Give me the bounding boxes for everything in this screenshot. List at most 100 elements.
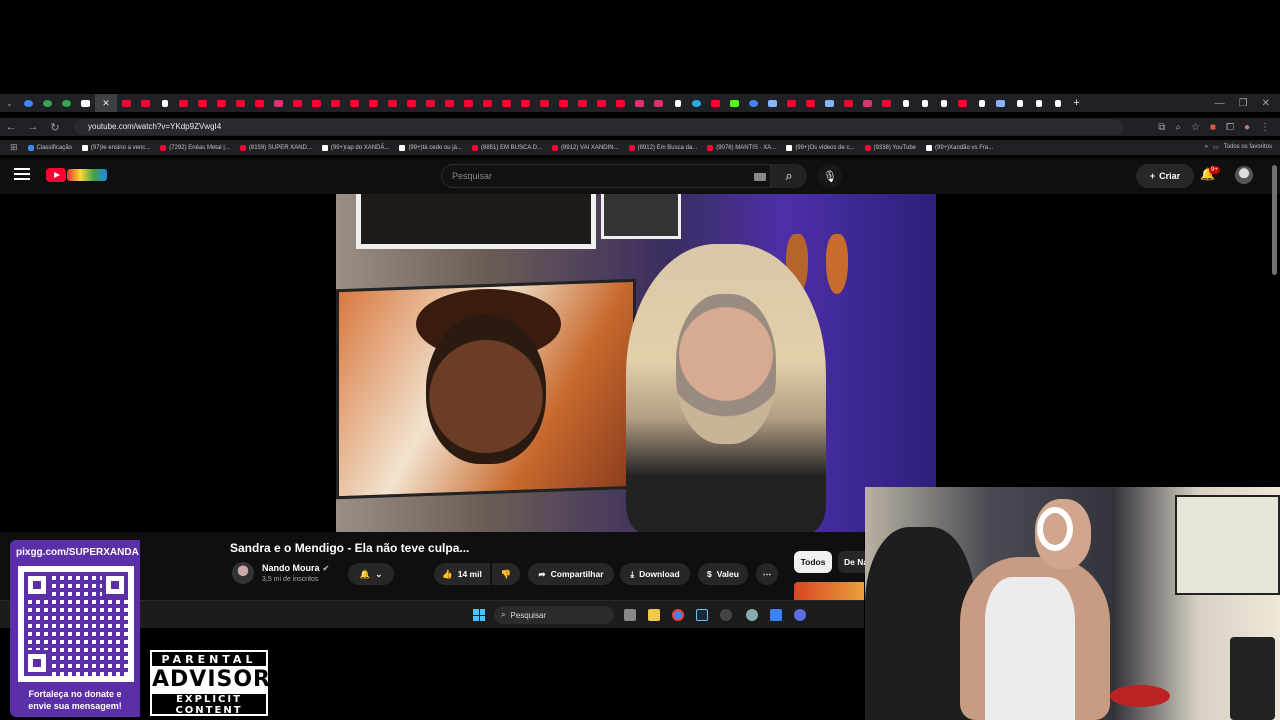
- app-icon[interactable]: [770, 609, 782, 621]
- bookmark-item[interactable]: (99+)Os vídeos de c...: [786, 144, 855, 151]
- tab[interactable]: [744, 94, 763, 112]
- tab[interactable]: [915, 94, 934, 112]
- tab[interactable]: [345, 94, 364, 112]
- bookmark-item[interactable]: (7292) Enéas Metal |...: [160, 144, 230, 151]
- tab[interactable]: [57, 94, 76, 112]
- bookmark-item[interactable]: (97)Ie ensino a venc...: [81, 144, 150, 151]
- forward-arrow-icon[interactable]: →: [22, 121, 44, 133]
- bookmark-item[interactable]: (8159) SUPER XAND...: [239, 144, 312, 151]
- tab[interactable]: [1048, 94, 1067, 112]
- new-tab-plus-icon[interactable]: +: [1067, 94, 1086, 112]
- minimize-icon[interactable]: —: [1215, 98, 1225, 109]
- tab[interactable]: [592, 94, 611, 112]
- tab[interactable]: [497, 94, 516, 112]
- bookmark-item[interactable]: (8912) VAI XANDIN...: [552, 144, 619, 151]
- create-button[interactable]: + Criar: [1136, 164, 1194, 188]
- tab[interactable]: [1029, 94, 1048, 112]
- all-bookmarks-button[interactable]: » ▭ Todos os favoritos: [1205, 144, 1280, 151]
- thanks-button[interactable]: $ Valeu: [698, 563, 748, 585]
- tab[interactable]: [269, 94, 288, 112]
- tab[interactable]: [364, 94, 383, 112]
- tab[interactable]: [155, 94, 174, 112]
- recommended-thumbnail[interactable]: [794, 582, 864, 600]
- tab[interactable]: [630, 94, 649, 112]
- app-icon[interactable]: [720, 609, 732, 621]
- tab-search-icon[interactable]: ⌄: [0, 94, 19, 112]
- tab[interactable]: [459, 94, 478, 112]
- tab[interactable]: [307, 94, 326, 112]
- bookmark-item[interactable]: (8851) EM BUSCA D...: [471, 144, 542, 151]
- bookmark-item[interactable]: (99+)tá cedo ou já...: [399, 144, 462, 151]
- tab[interactable]: [763, 94, 782, 112]
- more-menu-icon[interactable]: ⋮: [1260, 122, 1270, 133]
- keyboard-icon[interactable]: [754, 173, 766, 181]
- tab[interactable]: [820, 94, 839, 112]
- windows-start-icon[interactable]: [473, 609, 485, 621]
- tab[interactable]: [421, 94, 440, 112]
- tab[interactable]: [117, 94, 136, 112]
- subscription-bell-button[interactable]: 🔔 ⌄: [348, 563, 394, 585]
- tab[interactable]: [801, 94, 820, 112]
- tab[interactable]: [535, 94, 554, 112]
- tab[interactable]: [288, 94, 307, 112]
- tab[interactable]: [76, 94, 95, 112]
- close-window-icon[interactable]: ✕: [1262, 98, 1270, 109]
- url-input[interactable]: youtube.com/watch?v=YKdp9ZVwgI4: [74, 119, 1124, 135]
- bookmark-item[interactable]: (99+)rap do XANDÃ...: [321, 144, 389, 151]
- tab[interactable]: [174, 94, 193, 112]
- profile-icon[interactable]: ●: [1244, 122, 1250, 133]
- voice-search-mic-icon[interactable]: 🎙: [818, 164, 842, 188]
- bookmark-item[interactable]: (8912) Em Busca da...: [628, 144, 697, 151]
- cast-icon[interactable]: ⧉: [1158, 122, 1165, 133]
- extension-icon[interactable]: ■: [1210, 122, 1216, 133]
- tab[interactable]: [516, 94, 535, 112]
- tab[interactable]: [19, 94, 38, 112]
- tab[interactable]: [649, 94, 668, 112]
- tab[interactable]: [231, 94, 250, 112]
- tab[interactable]: [193, 94, 212, 112]
- bookmark-item[interactable]: (9078) MANTIS · XA...: [707, 144, 776, 151]
- file-explorer-icon[interactable]: [648, 609, 660, 621]
- channel-name[interactable]: Nando Moura ✔: [262, 563, 329, 573]
- tab[interactable]: [1010, 94, 1029, 112]
- tab[interactable]: [402, 94, 421, 112]
- tab[interactable]: [383, 94, 402, 112]
- share-button[interactable]: ➦ Compartilhar: [528, 563, 614, 585]
- tab[interactable]: [725, 94, 744, 112]
- task-view-icon[interactable]: [624, 609, 636, 621]
- tab[interactable]: [611, 94, 630, 112]
- tab[interactable]: [934, 94, 953, 112]
- tab[interactable]: [953, 94, 972, 112]
- bookmark-item[interactable]: Classificação: [27, 144, 72, 151]
- zoom-icon[interactable]: ⌕: [1175, 122, 1181, 133]
- reload-icon[interactable]: ↻: [44, 121, 66, 134]
- tab[interactable]: [573, 94, 592, 112]
- back-arrow-icon[interactable]: ←: [0, 121, 22, 133]
- tab[interactable]: [782, 94, 801, 112]
- tab[interactable]: [858, 94, 877, 112]
- tab[interactable]: [991, 94, 1010, 112]
- apps-grid-icon[interactable]: ⊞: [10, 142, 18, 153]
- more-actions-button[interactable]: ⋯: [756, 563, 778, 585]
- tab[interactable]: [326, 94, 345, 112]
- chip-all[interactable]: Todos: [794, 551, 832, 573]
- bookmark-item[interactable]: (9338) YouTube: [864, 144, 916, 151]
- settings-gear-icon[interactable]: [746, 609, 758, 621]
- tab[interactable]: [668, 94, 687, 112]
- tab[interactable]: [896, 94, 915, 112]
- video-player[interactable]: [336, 194, 936, 532]
- tab[interactable]: [706, 94, 725, 112]
- page-scrollbar[interactable]: [1272, 165, 1277, 275]
- youtube-logo[interactable]: [46, 168, 66, 182]
- tab[interactable]: [478, 94, 497, 112]
- tab[interactable]: [554, 94, 573, 112]
- channel-avatar[interactable]: [232, 562, 254, 584]
- taskbar-search-input[interactable]: ⌕ Pesquisar: [494, 606, 614, 624]
- dislike-button[interactable]: 👎: [492, 563, 520, 585]
- tab[interactable]: [440, 94, 459, 112]
- tab-active-close-icon[interactable]: ✕: [95, 94, 117, 112]
- like-button[interactable]: 👍 14 mil: [434, 563, 490, 585]
- extensions-puzzle-icon[interactable]: ⧠: [1226, 122, 1234, 133]
- tab[interactable]: [877, 94, 896, 112]
- chrome-icon[interactable]: [672, 609, 684, 621]
